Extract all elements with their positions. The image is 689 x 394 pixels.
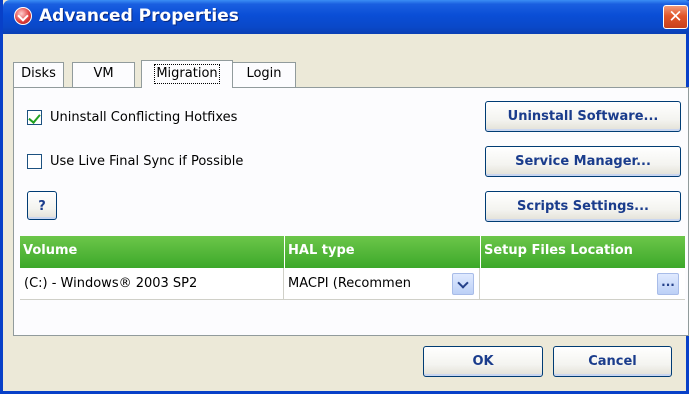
tab-disks[interactable]: Disks [13, 62, 64, 88]
window-title: Advanced Properties [39, 6, 239, 26]
uninstall-hotfixes-checkbox[interactable] [27, 110, 42, 125]
scripts-settings-label: Scripts Settings... [517, 199, 649, 214]
hal-type-value: MACPI (Recommen [288, 276, 411, 291]
close-button[interactable]: ✕ [663, 5, 688, 29]
title-bar[interactable]: Advanced Properties ✕ [3, 0, 689, 34]
chevron-down-icon[interactable] [452, 273, 474, 295]
uninstall-software-button[interactable]: Uninstall Software... [485, 101, 681, 132]
hal-type-select[interactable]: MACPI (Recommen [284, 268, 480, 300]
cancel-button[interactable]: Cancel [553, 346, 672, 377]
setup-files-location-cell[interactable]: ... [480, 268, 685, 300]
volume-cell: (C:) - Windows® 2003 SP2 [20, 268, 284, 300]
column-hal-type[interactable]: HAL type [284, 236, 480, 268]
grid-header: Volume HAL type Setup Files Location [20, 236, 685, 268]
app-check-icon [14, 7, 32, 25]
cancel-button-label: Cancel [588, 354, 637, 369]
browse-button[interactable]: ... [657, 273, 679, 295]
help-button[interactable]: ? [27, 191, 57, 220]
tab-disks-label: Disks [21, 66, 56, 81]
tab-login-label: Login [246, 66, 282, 81]
service-manager-label: Service Manager... [515, 154, 651, 169]
tab-vm-label: VM [93, 66, 114, 81]
close-icon: ✕ [668, 7, 683, 27]
service-manager-button[interactable]: Service Manager... [485, 146, 681, 177]
table-row[interactable]: (C:) - Windows® 2003 SP2 MACPI (Recommen… [20, 268, 685, 300]
migration-panel: Uninstall Conflicting Hotfixes Use Live … [13, 87, 689, 336]
tab-login[interactable]: Login [232, 62, 296, 88]
uninstall-hotfixes-label[interactable]: Uninstall Conflicting Hotfixes [50, 110, 237, 125]
advanced-properties-window: Advanced Properties ✕ Disks VM Migration… [0, 0, 689, 394]
scripts-settings-button[interactable]: Scripts Settings... [485, 191, 681, 222]
uninstall-software-label: Uninstall Software... [507, 109, 659, 124]
tab-migration-label: Migration [154, 64, 220, 84]
ok-button-label: OK [472, 354, 494, 369]
column-setup-files-location[interactable]: Setup Files Location [480, 236, 685, 268]
column-volume[interactable]: Volume [20, 236, 284, 268]
live-final-sync-checkbox[interactable] [27, 154, 42, 169]
help-button-label: ? [38, 199, 46, 214]
tab-vm[interactable]: VM [72, 62, 135, 88]
live-final-sync-label[interactable]: Use Live Final Sync if Possible [50, 154, 243, 169]
ok-button[interactable]: OK [423, 346, 543, 377]
tab-migration[interactable]: Migration [141, 60, 233, 88]
